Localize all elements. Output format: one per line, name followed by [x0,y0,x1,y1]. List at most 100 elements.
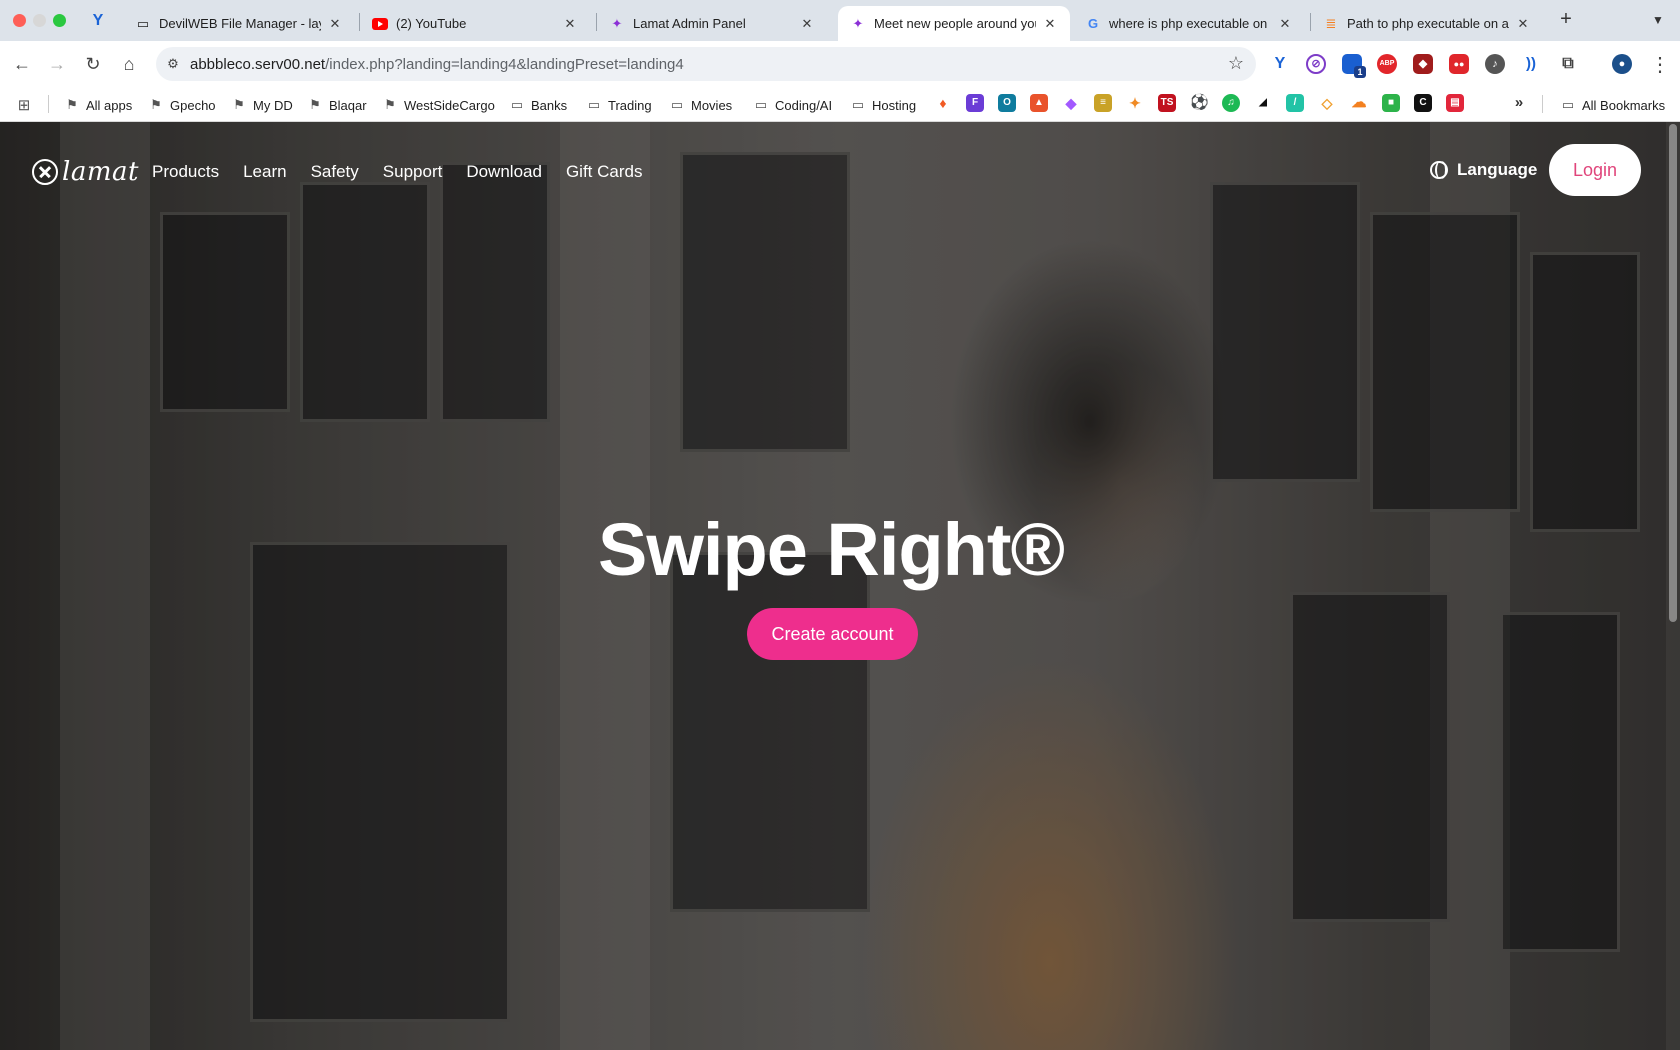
all-bookmarks-folder[interactable]: ▭ All Bookmarks [1560,94,1665,116]
page-scrollbar[interactable] [1666,122,1680,1050]
bookmark-gpecho[interactable]: ⚑ Gpecho [148,94,216,116]
window-minimize-button[interactable] [33,14,46,27]
extensions-puzzle-icon[interactable]: ⧉ [1558,54,1578,74]
new-tab-plus-icon[interactable]: + [1555,9,1577,31]
tab-youtube[interactable]: (2) YouTube ✕ [360,6,590,41]
bookmark-ts-icon[interactable]: TS [1158,94,1176,112]
bookmark-flag-icon: ⚑ [384,97,396,112]
logo-wordmark: lamat [62,157,139,187]
google-icon: G [1087,16,1099,31]
tab-title: Meet new people around you [874,16,1036,31]
bookmark-separator [1542,95,1543,113]
nav-support[interactable]: Support [383,158,443,186]
reload-icon[interactable]: ↻ [81,52,105,76]
bookmark-folder-coding-ai[interactable]: ▭ Coding/AI [753,94,832,116]
bookmark-folder-trading[interactable]: ▭ Trading [586,94,652,116]
bookmark-star-icon[interactable]: ☆ [1228,53,1244,74]
bookmark-purple-icon[interactable]: F [966,94,984,112]
site-info-icon[interactable]: ⚙ [156,56,190,72]
nav-safety[interactable]: Safety [311,158,359,186]
profile-avatar[interactable]: ● [1612,54,1632,74]
apps-grid-icon[interactable]: ⊞ [16,94,32,116]
bookmark-cloudflare-icon[interactable]: ☁ [1350,94,1368,112]
nav-gift-cards[interactable]: Gift Cards [566,158,643,186]
tab-google-search[interactable]: G where is php executable on m ✕ [1073,6,1305,41]
recorder-extension-icon[interactable]: ●● [1449,54,1469,74]
bookmark-teal-icon[interactable]: / [1286,94,1304,112]
multi-extension-icon[interactable]: 1 [1342,54,1366,78]
tab-close-icon[interactable]: ✕ [327,16,343,32]
tab-title: Path to php executable on a m [1347,16,1509,31]
sparkle-icon: ✦ [611,15,623,31]
bookmark-separator [48,95,49,113]
window-close-button[interactable] [13,14,26,27]
tab-search-chevron-icon[interactable]: ▼ [1648,10,1668,30]
read-aloud-icon[interactable]: )) [1521,54,1541,74]
address-bar[interactable]: ⚙ abbbleco.serv00.net/index.php?landing=… [156,47,1256,81]
bookmark-flag-icon: ⚑ [233,97,245,112]
tab-meet-new-people[interactable]: ✦ Meet new people around you ✕ [838,6,1070,41]
bookmark-soccer-icon[interactable]: ⚽ [1190,94,1209,112]
bookmark-label: Coding/AI [775,97,833,113]
tab-devilweb[interactable]: ▭ DevilWEB File Manager - layo ✕ [123,6,355,41]
tab-close-icon[interactable]: ✕ [1277,16,1293,32]
bookmark-label: Hosting [872,97,917,113]
bookmark-folder-movies[interactable]: ▭ Movies [669,94,732,116]
tab-close-icon[interactable]: ✕ [799,16,815,32]
nav-products[interactable]: Products [152,158,219,186]
tab-close-icon[interactable]: ✕ [562,16,578,32]
bookmark-my-dd[interactable]: ⚑ My DD [231,94,293,116]
bookmark-blaqar[interactable]: ⚑ Blaqar [307,94,366,116]
audio-extension-icon[interactable]: ♪ [1485,54,1505,74]
bookmark-eraser-icon[interactable]: ◇ [1318,94,1336,112]
browser-tab-strip: Y ▭ DevilWEB File Manager - layo ✕ (2) Y… [0,0,1680,41]
bookmark-figma-icon[interactable]: ◆ [1062,94,1080,112]
login-button[interactable]: Login [1549,144,1641,196]
bookmark-green-icon[interactable]: ♫ [1222,94,1240,112]
address-url[interactable]: abbbleco.serv00.net/index.php?landing=la… [190,56,684,73]
bookmark-flag-icon: ⚑ [66,97,78,112]
tab-title: where is php executable on m [1109,16,1271,31]
bookmark-label: Gpecho [170,97,216,113]
site-logo[interactable]: lamat [32,157,139,187]
language-label: Language [1457,160,1538,179]
ublock-shield-icon[interactable]: ◆ [1413,54,1433,74]
bookmark-label: Banks [531,97,568,113]
bookmark-fire-icon[interactable]: ♦ [934,94,952,112]
bookmark-orange-icon[interactable]: ▲ [1030,94,1048,112]
block-extension-icon[interactable]: ⊘ [1306,54,1326,74]
bookmark-red-icon[interactable]: ▤ [1446,94,1464,112]
forward-arrow-icon[interactable]: → [45,52,69,76]
adblock-plus-icon[interactable]: ABP [1377,54,1397,74]
tab-stackoverflow[interactable]: ≣ Path to php executable on a m ✕ [1311,6,1543,41]
vivaldi-extension-icon[interactable]: Y [1270,54,1290,74]
language-selector[interactable]: Language [1430,160,1537,180]
create-account-button[interactable]: Create account [747,608,918,660]
nav-download[interactable]: Download [466,158,542,186]
browser-menu-icon[interactable]: ⋮ [1650,52,1670,77]
bookmark-square-green-icon[interactable]: ■ [1382,94,1400,112]
home-icon[interactable]: ⌂ [117,52,141,76]
back-arrow-icon[interactable]: ← [10,52,34,76]
nav-learn[interactable]: Learn [243,158,286,186]
tab-lamat-admin[interactable]: ✦ Lamat Admin Panel ✕ [597,6,827,41]
tab-title: DevilWEB File Manager - layo [159,16,321,31]
bookmark-folder-banks[interactable]: ▭ Banks [509,94,567,116]
folder-icon: ▭ [670,97,684,112]
bookmark-folder-hosting[interactable]: ▭ Hosting [850,94,916,116]
window-zoom-button[interactable] [53,14,66,27]
bookmark-all-apps[interactable]: ⚑ All apps [64,94,132,116]
tab-title: (2) YouTube [396,16,467,31]
bookmark-yellow-icon[interactable]: ≡ [1094,94,1112,112]
bookmark-dark-icon[interactable]: ◢ [1254,94,1272,112]
scrollbar-thumb[interactable] [1669,124,1677,622]
bookmark-outlook-icon[interactable]: O [998,94,1016,112]
folder-icon: ▭ [587,97,601,112]
bookmarks-overflow-icon[interactable]: » [1510,94,1528,112]
bookmark-westsidecargo[interactable]: ⚑ WestSideCargo [382,94,495,116]
tab-close-icon[interactable]: ✕ [1515,16,1531,32]
bookmark-ci-icon[interactable]: C [1414,94,1432,112]
tab-close-icon[interactable]: ✕ [1042,16,1058,32]
bookmark-diamond-icon[interactable]: ✦ [1126,94,1144,112]
pinned-tab-vivaldi-icon[interactable]: Y [88,11,108,31]
